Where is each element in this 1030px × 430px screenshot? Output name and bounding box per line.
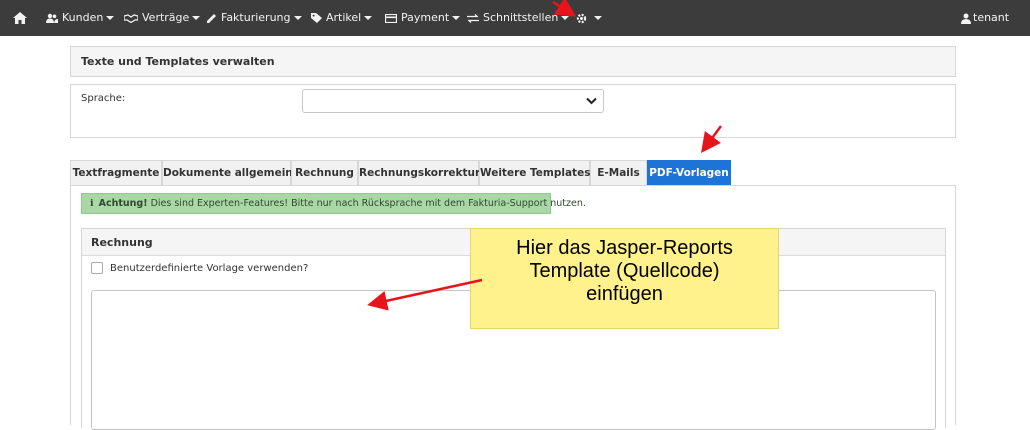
arrow-to-pdf-tab xyxy=(701,125,723,154)
arrow-to-settings xyxy=(552,0,577,17)
annotation-arrows xyxy=(367,0,723,311)
arrow-to-textarea xyxy=(367,278,483,311)
